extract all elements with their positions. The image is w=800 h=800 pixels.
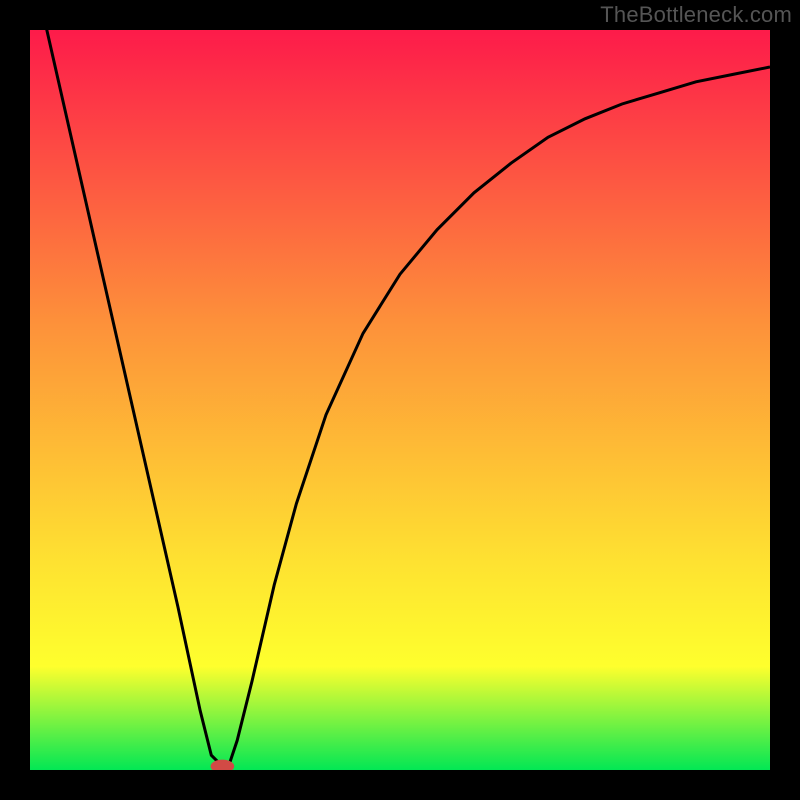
plot-svg [30, 30, 770, 770]
gradient-background [30, 30, 770, 770]
plot-area [30, 30, 770, 770]
chart-frame: TheBottleneck.com [0, 0, 800, 800]
watermark-label: TheBottleneck.com [600, 2, 792, 28]
